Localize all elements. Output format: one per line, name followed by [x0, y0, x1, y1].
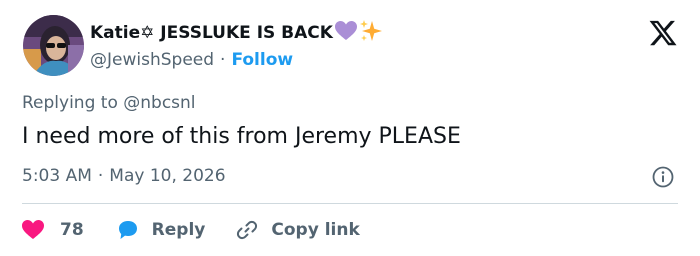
author-display-name[interactable]: Katie✡ JESSLUKE IS BACK — [90, 23, 333, 43]
heart-icon — [22, 220, 44, 240]
link-icon — [235, 218, 259, 242]
tweet-date[interactable]: May 10, 2026 — [109, 166, 225, 186]
sparkles-emoji-icon — [359, 19, 383, 47]
purple-heart-emoji-icon — [334, 21, 357, 45]
divider — [22, 203, 678, 204]
avatar[interactable] — [23, 15, 84, 76]
replying-to-line: Replying to @nbcsnl — [22, 93, 196, 113]
like-button[interactable]: 78 — [22, 220, 84, 240]
author-handle[interactable]: @JewishSpeed — [90, 50, 214, 70]
speech-bubble-icon — [116, 219, 140, 241]
copy-link-button[interactable]: Copy link — [235, 218, 360, 242]
reply-label: Reply — [151, 220, 206, 240]
separator-dot: · — [97, 166, 104, 186]
like-count: 78 — [60, 220, 84, 240]
author-name-row[interactable]: Katie✡ JESSLUKE IS BACK — [90, 20, 383, 46]
action-bar: 78 Reply Copy link — [22, 216, 360, 244]
author-handle-row: @JewishSpeed · Follow — [90, 47, 293, 73]
copy-link-label: Copy link — [271, 220, 360, 240]
tweet-timestamp[interactable]: 5:03 AM · May 10, 2026 — [22, 166, 226, 186]
separator-dot: · — [220, 50, 226, 70]
follow-button[interactable]: Follow — [231, 50, 293, 70]
reply-button[interactable]: Reply — [116, 219, 206, 241]
x-logo-icon[interactable] — [648, 18, 678, 48]
tweet-time[interactable]: 5:03 AM — [22, 166, 92, 186]
info-icon[interactable] — [652, 166, 674, 188]
tweet-text: I need more of this from Jeremy PLEASE — [22, 124, 461, 149]
replying-prefix: Replying to — [22, 93, 118, 113]
replying-to-mention[interactable]: @nbcsnl — [123, 93, 195, 113]
